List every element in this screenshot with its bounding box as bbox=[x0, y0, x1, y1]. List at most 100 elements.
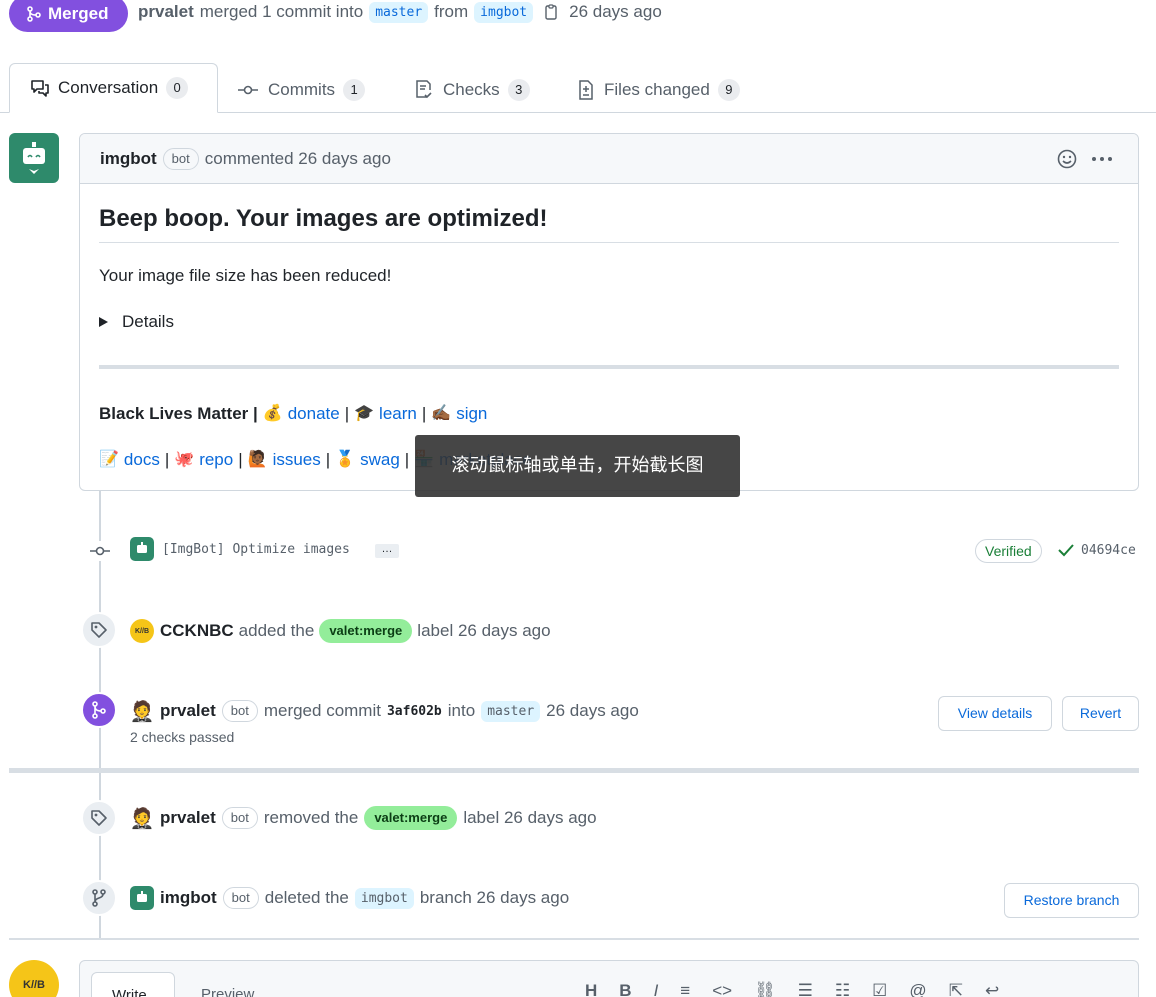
merged-event: prvalet bot merged commit 3af602b into m… bbox=[160, 697, 639, 725]
comment-body: Beep boop. Your images are optimized! Yo… bbox=[80, 204, 1138, 471]
master-branch-ref[interactable]: master bbox=[481, 700, 541, 722]
comment-heading: Beep boop. Your images are optimized! bbox=[99, 204, 1119, 243]
imgbot-small-avatar[interactable] bbox=[130, 886, 154, 910]
bot-badge: bot bbox=[221, 700, 258, 722]
event-text: into bbox=[447, 701, 476, 720]
separator: | bbox=[421, 404, 427, 423]
tab-files-changed-count: 9 bbox=[717, 79, 740, 101]
commit-node-icon bbox=[88, 541, 112, 561]
kebab-menu-icon[interactable] bbox=[1091, 149, 1113, 169]
bold-icon[interactable]: B bbox=[619, 981, 631, 997]
memo-icon: 📝 bbox=[99, 451, 119, 468]
docs-link[interactable]: docs bbox=[124, 449, 160, 471]
separator: | bbox=[344, 404, 350, 423]
prvalet-link[interactable]: prvalet bbox=[160, 701, 216, 721]
pr-author-link[interactable]: prvalet bbox=[138, 2, 194, 22]
robot-icon bbox=[137, 891, 147, 902]
tab-files-changed-label: Files changed bbox=[604, 80, 710, 99]
event-text: deleted the bbox=[264, 888, 349, 907]
heading-icon[interactable]: H bbox=[585, 981, 597, 997]
merge-event-icon bbox=[81, 692, 117, 728]
restore-branch-button[interactable]: Restore branch bbox=[1004, 883, 1139, 918]
event-time[interactable]: 26 days ago bbox=[546, 701, 639, 721]
prvalet-avatar[interactable]: 🤵 bbox=[130, 699, 155, 723]
donate-link[interactable]: donate bbox=[288, 403, 340, 425]
event-text: label 26 days ago bbox=[463, 808, 597, 827]
learn-link[interactable]: learn bbox=[379, 403, 417, 425]
unordered-list-icon[interactable]: ☰ bbox=[798, 981, 813, 997]
details-toggle[interactable]: Details bbox=[99, 311, 1119, 333]
event-text: label 26 days ago bbox=[417, 621, 551, 640]
repo-link[interactable]: repo bbox=[199, 449, 233, 471]
italic-icon[interactable]: I bbox=[654, 981, 659, 997]
tab-commits[interactable]: Commits 1 bbox=[238, 76, 366, 104]
link-icon[interactable]: ⛓ bbox=[754, 981, 776, 997]
cross-reference-icon[interactable]: ⇱ bbox=[949, 981, 963, 997]
imgbot-small-avatar[interactable] bbox=[130, 537, 154, 561]
tab-conversation[interactable]: Conversation 0 bbox=[9, 63, 218, 113]
quote-icon[interactable]: ≡ bbox=[680, 981, 690, 997]
merged-state-label: Merged bbox=[48, 3, 109, 23]
head-branch-ref[interactable]: imgbot bbox=[474, 1, 534, 23]
code-icon[interactable]: <> bbox=[712, 981, 732, 997]
label-added-event: CCKNBC added the valet:merge label 26 da… bbox=[160, 618, 551, 644]
tag-icon bbox=[81, 612, 117, 648]
tab-files-changed[interactable]: Files changed 9 bbox=[578, 76, 740, 104]
tab-commits-count: 1 bbox=[343, 79, 366, 101]
event-text: merged commit bbox=[263, 701, 381, 720]
issues-link[interactable]: issues bbox=[273, 449, 321, 471]
prvalet-link[interactable]: prvalet bbox=[160, 808, 216, 828]
merge-commit-sha-link[interactable]: 3af602b bbox=[387, 704, 442, 719]
ccknbc-avatar[interactable]: K//B bbox=[130, 619, 154, 643]
copy-icon[interactable] bbox=[543, 4, 559, 20]
reply-icon[interactable]: ↩ bbox=[985, 981, 999, 997]
from-text: from bbox=[434, 2, 469, 21]
swag-link[interactable]: swag bbox=[360, 449, 400, 471]
branch-deleted-event: imgbot bot deleted the imgbot branch 26 … bbox=[160, 884, 569, 912]
tab-checks[interactable]: Checks 3 bbox=[415, 76, 530, 104]
verified-badge[interactable]: Verified bbox=[975, 539, 1042, 563]
bot-badge: bot bbox=[222, 887, 259, 909]
mention-icon[interactable]: @ bbox=[909, 981, 926, 997]
robot-icon bbox=[23, 142, 45, 174]
checks-passed-text[interactable]: 2 checks passed bbox=[130, 729, 234, 745]
revert-button[interactable]: Revert bbox=[1062, 696, 1139, 731]
ccknbc-link[interactable]: CCKNBC bbox=[160, 621, 234, 641]
tab-checks-label: Checks bbox=[443, 80, 500, 99]
bot-badge: bot bbox=[221, 807, 258, 829]
preview-tab[interactable]: Preview bbox=[201, 986, 254, 997]
smiley-icon[interactable] bbox=[1057, 149, 1077, 169]
timeline-end-divider bbox=[9, 938, 1139, 940]
checklist-icon bbox=[415, 80, 433, 100]
valet-merge-label[interactable]: valet:merge bbox=[319, 619, 413, 643]
comment-body-text: Your image file size has been reduced! bbox=[99, 266, 392, 285]
comment-author-link[interactable]: imgbot bbox=[100, 149, 157, 169]
valet-merge-label[interactable]: valet:merge bbox=[364, 806, 458, 830]
money-bag-icon: 💰 bbox=[262, 405, 283, 422]
commit-message-link[interactable]: [ImgBot] Optimize images bbox=[162, 542, 350, 557]
task-list-icon[interactable]: ☑ bbox=[872, 981, 887, 997]
sign-link[interactable]: sign bbox=[456, 403, 487, 425]
write-tab[interactable]: Write bbox=[91, 972, 175, 997]
horizontal-rule bbox=[99, 365, 1119, 369]
imgbot-link[interactable]: imgbot bbox=[160, 888, 217, 908]
git-branch-icon bbox=[81, 880, 117, 916]
commit-icon bbox=[238, 83, 258, 97]
robot-icon bbox=[137, 542, 147, 553]
ordered-list-icon[interactable]: ☷ bbox=[835, 981, 850, 997]
commit-sha-link[interactable]: 04694ce bbox=[1081, 543, 1136, 558]
imgbot-avatar[interactable] bbox=[9, 133, 59, 183]
comment-meta[interactable]: commented 26 days ago bbox=[205, 149, 391, 169]
triangle-right-icon bbox=[99, 317, 108, 327]
blm-text: Black Lives Matter | bbox=[99, 404, 258, 423]
base-branch-ref[interactable]: master bbox=[369, 1, 429, 23]
tag-icon bbox=[81, 800, 117, 836]
imgbot-branch-ref: imgbot bbox=[354, 887, 414, 909]
event-text: branch 26 days ago bbox=[419, 888, 570, 907]
file-diff-icon bbox=[578, 80, 594, 100]
merged-state-badge: Merged bbox=[9, 0, 128, 32]
prvalet-avatar[interactable]: 🤵 bbox=[130, 806, 155, 830]
commit-expand-button[interactable]: … bbox=[375, 544, 399, 558]
view-details-button[interactable]: View details bbox=[938, 696, 1052, 731]
current-user-avatar[interactable]: K//B bbox=[9, 960, 59, 997]
